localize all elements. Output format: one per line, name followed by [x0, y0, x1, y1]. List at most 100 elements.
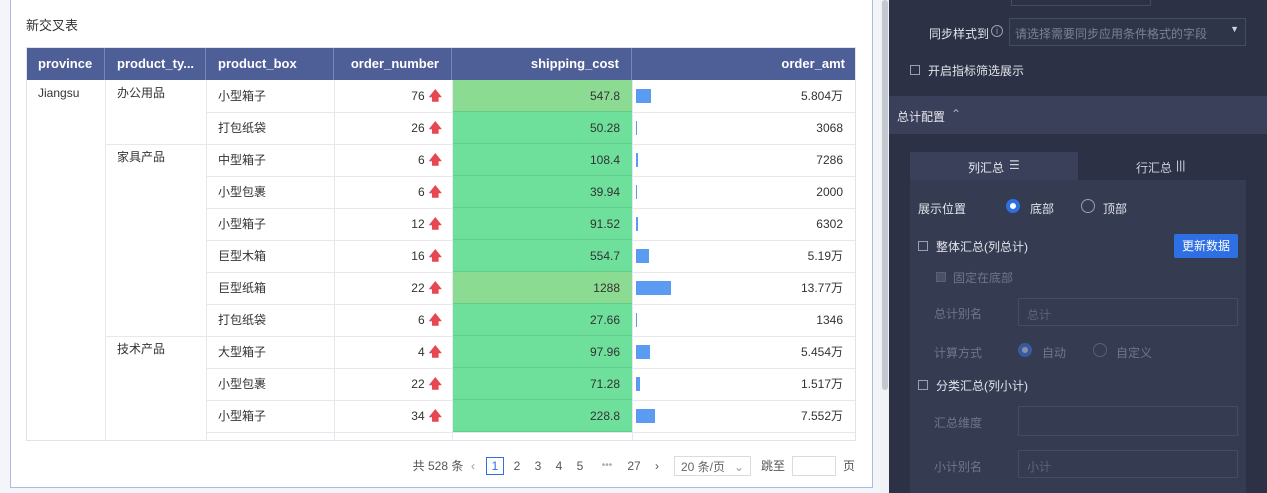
radio-bottom-label: 底部 [1030, 202, 1055, 216]
jump-label: 跳至 [760, 459, 785, 473]
radio-top-label: 顶部 [1103, 202, 1128, 216]
shipping-cost-cell: 71.28 [452, 368, 632, 400]
page-1[interactable]: 1 [486, 457, 504, 475]
header-shipping-cost[interactable]: shipping_cost [452, 48, 632, 80]
arrow-up-icon: 🡅 [428, 249, 442, 264]
order-number-value: 12 [411, 217, 425, 231]
order-number-value: 6 [417, 313, 425, 327]
arrow-up-icon: 🡅 [428, 313, 442, 328]
column-divider [105, 80, 106, 440]
shipping-cost-cell: 91.52 [452, 208, 632, 240]
sub-alias-input[interactable]: 小计 [1018, 450, 1238, 478]
prev-page-icon[interactable]: ‹ [466, 456, 480, 476]
tab-row-total[interactable]: 行汇总 ||| [1078, 152, 1246, 180]
canvas-area: 新交叉表 province product_ty... product_box … [0, 0, 889, 493]
order-number-value: 22 [411, 377, 425, 391]
total-config-header[interactable]: 总计配置 ⌃ [889, 96, 1267, 134]
radio-calc-custom[interactable] [1093, 343, 1107, 357]
arrow-up-icon: 🡅 [428, 281, 442, 296]
radio-top[interactable] [1081, 199, 1095, 213]
radio-calc-auto[interactable] [1018, 343, 1032, 357]
header-order-number[interactable]: order_number [334, 48, 452, 80]
order-amt-cell: 5.19万 [807, 249, 843, 263]
order-number-cell: 34 🡅 [334, 400, 452, 432]
order-number-cell: 76 🡅 [334, 80, 452, 112]
tab-column-total[interactable]: 列汇总 ☰ [910, 152, 1078, 180]
config-panel: 同步样式到 i 请选择需要同步应用条件格式的字段 ▼ 开启指标筛选展示 总计配置… [889, 0, 1267, 493]
filter-label: 开启指标筛选展示 [928, 64, 1025, 78]
order-number-cell: 26 🡅 [334, 112, 452, 144]
tab-column-label: 列汇总 [968, 161, 1005, 175]
order-number-value: 6 [417, 153, 425, 167]
chevron-down-icon: ⌄ [733, 460, 744, 474]
order-amt-cell: 3068 [816, 121, 843, 135]
dim-label: 汇总维度 [934, 416, 983, 430]
arrow-up-icon: 🡅 [428, 153, 442, 168]
order-number-cell: 16 🡅 [334, 240, 452, 272]
page-5[interactable]: 5 [571, 456, 589, 476]
arrow-up-icon: 🡅 [428, 377, 442, 392]
order-amt-cell: 13.77万 [800, 281, 843, 295]
fixed-bottom-checkbox[interactable] [936, 272, 946, 282]
filter-checkbox[interactable] [910, 65, 920, 75]
page-size-select[interactable]: 20 条/页 ⌄ [674, 456, 751, 476]
sync-field-select[interactable]: 请选择需要同步应用条件格式的字段 ▼ [1009, 18, 1246, 46]
shipping-cost-cell: 39.94 [452, 176, 632, 208]
arrow-up-icon: 🡅 [428, 345, 442, 360]
page-2[interactable]: 2 [508, 456, 526, 476]
sub-total-checkbox[interactable] [918, 380, 928, 390]
sub-alias-label: 小计别名 [934, 460, 983, 474]
page-4[interactable]: 4 [550, 456, 568, 476]
chevron-up-icon: ⌃ [951, 107, 962, 121]
total-config-body: 列汇总 ☰ 行汇总 ||| 展示位置 底部 顶部 整体汇总(列总计) 更新数据 … [910, 152, 1246, 493]
calc-custom-label: 自定义 [1116, 346, 1153, 360]
page-last[interactable]: 27 [624, 456, 644, 476]
pagination-ellipsis[interactable]: ••• [596, 456, 618, 476]
order-number-value: 34 [411, 409, 425, 423]
position-label: 展示位置 [918, 202, 967, 216]
order-number-value: 16 [411, 249, 425, 263]
fixed-bottom-label: 固定在底部 [953, 271, 1014, 285]
jump-input[interactable] [792, 456, 836, 476]
order-number-value: 76 [411, 89, 425, 103]
product-box-cell: 打包纸袋 [218, 313, 267, 327]
order-number-cell: 6 🡅 [334, 144, 452, 176]
shipping-cost-cell: 228.8 [452, 400, 632, 432]
order-number-cell: 12 🡅 [334, 208, 452, 240]
order-amt-cell: 7286 [816, 153, 843, 167]
header-province[interactable]: province [27, 48, 105, 80]
order-number-value: 6 [417, 185, 425, 199]
info-icon[interactable]: i [991, 25, 1003, 37]
product-type-cell: 家具产品 [117, 150, 166, 164]
row-divider [206, 432, 855, 433]
scrollbar-thumb[interactable] [882, 0, 888, 390]
header-product-box[interactable]: product_box [206, 48, 334, 80]
header-order-amt[interactable]: order_amt [632, 48, 855, 80]
order-amt-cell: 1.517万 [800, 377, 843, 391]
page-3[interactable]: 3 [529, 456, 547, 476]
column-divider [206, 80, 207, 440]
next-page-icon[interactable]: › [650, 456, 664, 476]
arrow-up-icon: 🡅 [428, 409, 442, 424]
dim-input[interactable] [1018, 406, 1238, 436]
shipping-cost-cell: 1288 [452, 272, 632, 304]
product-box-cell: 中型箱子 [218, 153, 267, 167]
order-amt-cell: 1346 [816, 313, 843, 327]
shipping-cost-cell: 108.4 [452, 144, 632, 176]
update-data-button[interactable]: 更新数据 [1174, 234, 1238, 258]
overall-total-checkbox[interactable] [918, 241, 928, 251]
column-divider [452, 80, 453, 440]
jump-suffix: 页 [842, 459, 855, 473]
arrow-up-icon: 🡅 [428, 217, 442, 232]
table-title: 新交叉表 [26, 18, 79, 33]
header-product-type[interactable]: product_ty... [105, 48, 206, 80]
order-amt-cell: 6302 [816, 217, 843, 231]
sync-placeholder: 请选择需要同步应用条件格式的字段 [1015, 27, 1208, 41]
order-number-cell: 4 🡅 [334, 336, 452, 368]
top-input-field[interactable] [1011, 0, 1151, 6]
product-box-cell: 小型箱子 [218, 89, 267, 103]
calc-auto-label: 自动 [1042, 346, 1067, 360]
total-config-title: 总计配置 [897, 110, 946, 124]
radio-bottom[interactable] [1006, 199, 1020, 213]
alias-input[interactable]: 总计 [1018, 298, 1238, 326]
